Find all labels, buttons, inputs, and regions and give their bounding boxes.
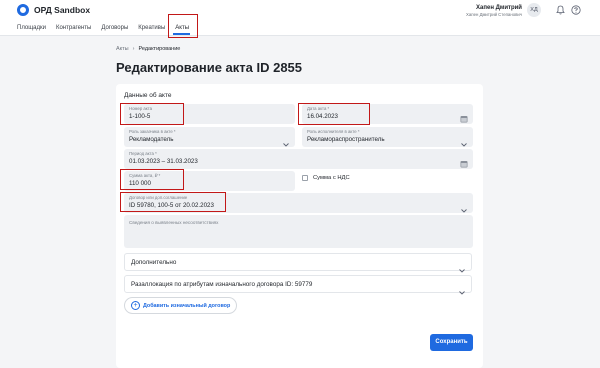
act-date-field[interactable]: Дата акта * 16.04.2023: [302, 104, 473, 124]
page-title: Редактирование акта ID 2855: [116, 60, 303, 75]
user-info: Хапен Дмитрий Хапен Дмитрий Степанович: [466, 5, 522, 17]
app-logo[interactable]: ОРД Sandbox: [17, 4, 90, 16]
act-number-label: Номер акта: [129, 106, 153, 111]
nav-active-indicator: [173, 33, 190, 35]
main-nav: Площадки Контрагенты Договоры Креативы А…: [17, 25, 199, 31]
discrepancies-textarea[interactable]: Сведения о выявленных несоответствиях: [124, 215, 473, 248]
executor-role-select[interactable]: Роль исполнителя в акте * Рекламораспрос…: [302, 127, 473, 147]
question-icon[interactable]: [570, 4, 581, 15]
breadcrumb: Акты › Редактирование: [116, 46, 180, 52]
logo-icon: [17, 4, 29, 16]
vat-checkbox[interactable]: Сумма с НДС: [302, 175, 350, 181]
act-date-label: Дата акта *: [307, 106, 330, 111]
act-date-value: 16.04.2023: [307, 113, 338, 120]
allocation-section[interactable]: Разаллокация по атрибутам изначального д…: [124, 275, 472, 295]
user-fullname: Хапен Дмитрий Степанович: [466, 12, 522, 17]
nav-item-contracts[interactable]: Договоры: [101, 25, 128, 31]
calendar-icon[interactable]: [460, 155, 468, 173]
breadcrumb-acts[interactable]: Акты: [116, 46, 129, 52]
avatar[interactable]: ХД: [527, 3, 541, 17]
nav-item-acts[interactable]: Акты: [175, 25, 189, 31]
section-title: Данные об акте: [124, 92, 172, 99]
contract-value: ID 59780, 100-5 от 20.02.2023: [129, 202, 214, 209]
breadcrumb-current: Редактирование: [138, 46, 181, 52]
add-original-contract-button[interactable]: + Добавить изначальный договор: [124, 297, 238, 314]
top-bar: ОРД Sandbox Площадки Контрагенты Договор…: [0, 0, 600, 36]
chevron-down-icon: [459, 282, 465, 300]
act-period-field[interactable]: Период акта * 01.03.2023 – 31.03.2023: [124, 149, 473, 169]
act-number-field[interactable]: Номер акта 1-100-5: [124, 104, 295, 124]
act-amount-value: 110 000: [129, 180, 151, 187]
vat-checkbox-label: Сумма с НДС: [313, 175, 350, 181]
allocation-section-label: Разаллокация по атрибутам изначального д…: [131, 281, 313, 288]
save-button[interactable]: Сохранить: [430, 334, 473, 351]
executor-role-value: Рекламораспространитель: [307, 136, 385, 143]
act-amount-label: Сумма акта, ₽ *: [129, 173, 161, 178]
add-original-contract-label: Добавить изначальный договор: [143, 302, 231, 309]
nav-item-creatives[interactable]: Креативы: [138, 25, 165, 31]
act-period-value: 01.03.2023 – 31.03.2023: [129, 158, 198, 165]
act-period-label: Период акта *: [129, 151, 157, 156]
user-name: Хапен Дмитрий: [476, 5, 522, 11]
executor-role-label: Роль исполнителя в акте *: [307, 129, 360, 134]
breadcrumb-separator: ›: [132, 46, 135, 52]
additional-section[interactable]: Дополнительно: [124, 253, 472, 273]
contract-select[interactable]: Договор или доп.соглашение ID 59780, 100…: [124, 193, 473, 213]
act-amount-field[interactable]: Сумма акта, ₽ * 110 000: [124, 171, 295, 191]
customer-role-label: Роль заказчика в акте *: [129, 129, 176, 134]
calendar-icon[interactable]: [460, 110, 468, 128]
bell-icon[interactable]: [555, 4, 566, 15]
act-number-value: 1-100-5: [129, 113, 151, 120]
contract-label: Договор или доп.соглашение: [129, 195, 188, 200]
vat-checkbox-box[interactable]: [302, 175, 308, 181]
nav-item-platforms[interactable]: Площадки: [17, 25, 46, 31]
discrepancies-placeholder: Сведения о выявленных несоответствиях: [129, 220, 219, 225]
plus-icon: +: [131, 301, 140, 310]
customer-role-value: Рекламодатель: [129, 136, 174, 143]
additional-section-label: Дополнительно: [131, 259, 177, 266]
nav-item-counterparties[interactable]: Контрагенты: [56, 25, 91, 31]
app-title: ОРД Sandbox: [34, 5, 91, 15]
customer-role-select[interactable]: Роль заказчика в акте * Рекламодатель: [124, 127, 295, 147]
